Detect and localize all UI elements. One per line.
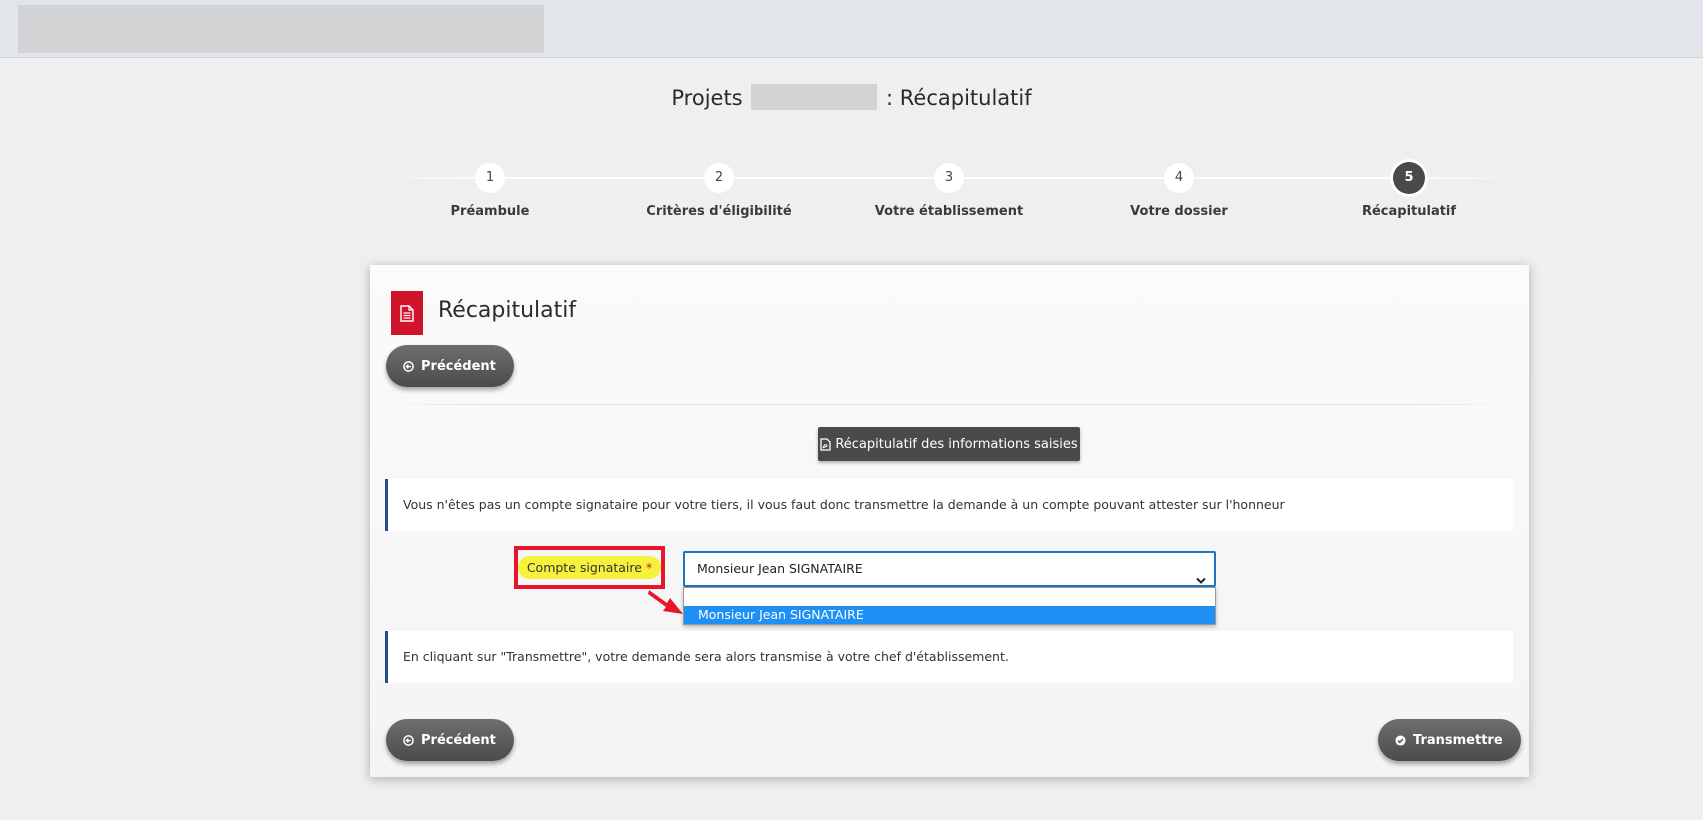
info-signatory-message: Vous n'êtes pas un compte signataire pou… — [385, 479, 1513, 531]
signatory-label-annotation: Compte signataire * — [514, 546, 665, 589]
page-title-suffix: : Récapitulatif — [886, 86, 1032, 110]
recap-pdf-button-label: Récapitulatif des informations saisies — [835, 436, 1078, 452]
recap-card: Récapitulatif Précédent Récapitulatif de… — [370, 265, 1529, 777]
transmit-button[interactable]: Transmettre — [1378, 719, 1521, 761]
top-bar — [0, 0, 1703, 58]
previous-button-top[interactable]: Précédent — [386, 345, 514, 387]
previous-button-label: Précédent — [421, 358, 496, 374]
page-title: Projets : Récapitulatif — [0, 84, 1703, 110]
step-preambule[interactable]: 1 Préambule — [375, 163, 605, 219]
previous-button-bottom[interactable]: Précédent — [386, 719, 514, 761]
dropdown-option-selected[interactable]: Monsieur Jean SIGNATAIRE — [684, 606, 1215, 624]
file-pdf-icon — [820, 437, 831, 451]
step-recapitulatif[interactable]: 5 Récapitulatif — [1294, 162, 1524, 219]
arrow-circle-left-icon — [403, 360, 414, 372]
step-number-active: 5 — [1393, 162, 1425, 194]
previous-button-label: Précédent — [421, 732, 496, 748]
step-number: 1 — [475, 163, 505, 193]
step-label: Récapitulatif — [1361, 204, 1457, 219]
step-label: Préambule — [450, 204, 530, 219]
file-text-icon — [391, 291, 423, 335]
divider — [386, 404, 1513, 405]
step-dossier[interactable]: 4 Votre dossier — [1064, 163, 1294, 219]
step-number: 4 — [1164, 163, 1194, 193]
step-etablissement[interactable]: 3 Votre établissement — [834, 163, 1064, 219]
card-title: Récapitulatif — [438, 298, 577, 323]
step-label: Votre dossier — [1130, 204, 1228, 219]
signatory-dropdown-list: Monsieur Jean SIGNATAIRE — [683, 587, 1216, 625]
required-mark: * — [645, 560, 653, 575]
page-title-prefix: Projets — [671, 86, 743, 110]
redacted-project-name — [751, 84, 878, 110]
signatory-select-value: Monsieur Jean SIGNATAIRE — [697, 561, 863, 576]
progress-stepper: 1 Préambule 2 Critères d'éligibilité 3 V… — [380, 162, 1520, 233]
step-label: Critères d'éligibilité — [646, 204, 792, 219]
step-label: Votre établissement — [874, 204, 1024, 219]
signatory-label-text: Compte signataire — [526, 560, 642, 575]
signatory-field-label: Compte signataire * — [517, 556, 662, 579]
step-criteres[interactable]: 2 Critères d'éligibilité — [604, 163, 834, 219]
recap-pdf-button[interactable]: Récapitulatif des informations saisies — [818, 427, 1080, 461]
transmit-button-label: Transmettre — [1413, 732, 1503, 748]
dropdown-option-empty[interactable] — [684, 588, 1215, 606]
check-circle-icon — [1395, 734, 1406, 746]
signatory-select[interactable]: Monsieur Jean SIGNATAIRE — [683, 551, 1216, 587]
redacted-header-block — [18, 5, 544, 53]
arrow-circle-left-icon — [403, 734, 414, 746]
info-transmit-message: En cliquant sur "Transmettre", votre dem… — [385, 631, 1513, 683]
step-number: 3 — [934, 163, 964, 193]
red-arrow-icon — [647, 587, 687, 621]
step-number: 2 — [704, 163, 734, 193]
